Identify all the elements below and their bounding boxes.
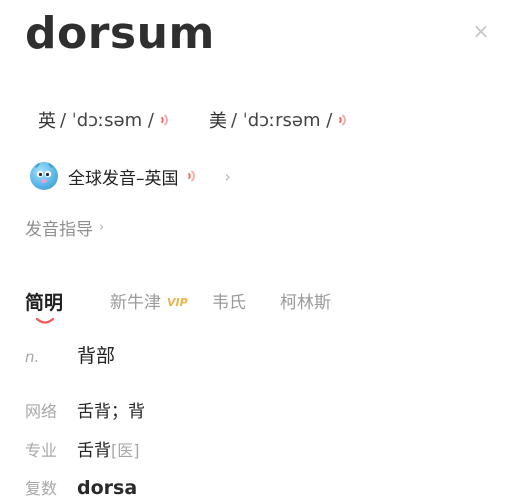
definition-specialty-label: 专业 <box>25 441 58 460</box>
plural-label: 复数 <box>25 479 58 498</box>
tab-concise[interactable]: 简明 <box>25 289 63 317</box>
pronunciation-us-ipa: / ˈdɔːrsəm / <box>231 109 333 131</box>
dictionary-tabs: 简明 新牛津 VIP 韦氏 柯林斯 <box>0 289 521 329</box>
plural-form-link[interactable]: dorsa <box>77 477 137 499</box>
definition-web-label: 网络 <box>25 402 58 421</box>
pronunciation-uk: 英 / ˈdɔːsəm / <box>38 106 172 134</box>
definition-web-text: 舌背；背 <box>77 402 145 422</box>
pronunciation-uk-ipa: / ˈdɔːsəm / <box>60 109 154 131</box>
tab-webster[interactable]: 韦氏 <box>212 289 246 317</box>
definition-specialty: 专业 舌背 [医] <box>25 436 140 461</box>
chevron-right-icon: › <box>224 166 231 186</box>
close-icon[interactable]: × <box>470 20 492 42</box>
definition-plural: 复数 dorsa <box>25 475 137 499</box>
tab-new-oxford-label: 新牛津 <box>110 293 161 313</box>
tab-collins[interactable]: 柯林斯 <box>280 289 331 317</box>
speaker-icon[interactable] <box>338 112 350 128</box>
speaker-icon[interactable] <box>187 168 199 184</box>
pronunciation-us: 美 / ˈdɔːrsəm / <box>209 106 350 134</box>
definition-web: 网络 舌背；背 <box>25 397 145 422</box>
headword: dorsum <box>25 8 215 59</box>
pronunciation-guide-link[interactable]: 发音指导 › <box>25 214 104 240</box>
pronunciation-guide-label: 发音指导 <box>25 219 93 240</box>
part-of-speech: n. <box>25 348 40 366</box>
active-tab-indicator <box>36 318 54 324</box>
tab-new-oxford[interactable]: 新牛津 VIP <box>110 289 188 317</box>
globe-avatar-icon <box>30 162 58 190</box>
global-pronunciation-button[interactable]: 全球发音–英国 › <box>30 160 231 192</box>
global-pronunciation-label: 全球发音–英国 <box>68 168 179 189</box>
definition-basic: n. 背部 <box>25 341 115 368</box>
definition-text: 背部 <box>77 345 116 367</box>
chevron-right-icon: › <box>99 219 105 235</box>
dictionary-entry-page: dorsum × 英 / ˈdɔːsəm / 美 / ˈdɔːrsəm / 全球… <box>0 0 521 500</box>
pronunciation-us-region: 美 <box>209 111 227 132</box>
definition-specialty-text: 舌背 <box>77 441 111 461</box>
speaker-icon[interactable] <box>160 112 172 128</box>
pronunciation-uk-region: 英 <box>38 111 56 132</box>
vip-badge: VIP <box>167 296 188 309</box>
definition-specialty-tag: [医] <box>111 441 140 460</box>
